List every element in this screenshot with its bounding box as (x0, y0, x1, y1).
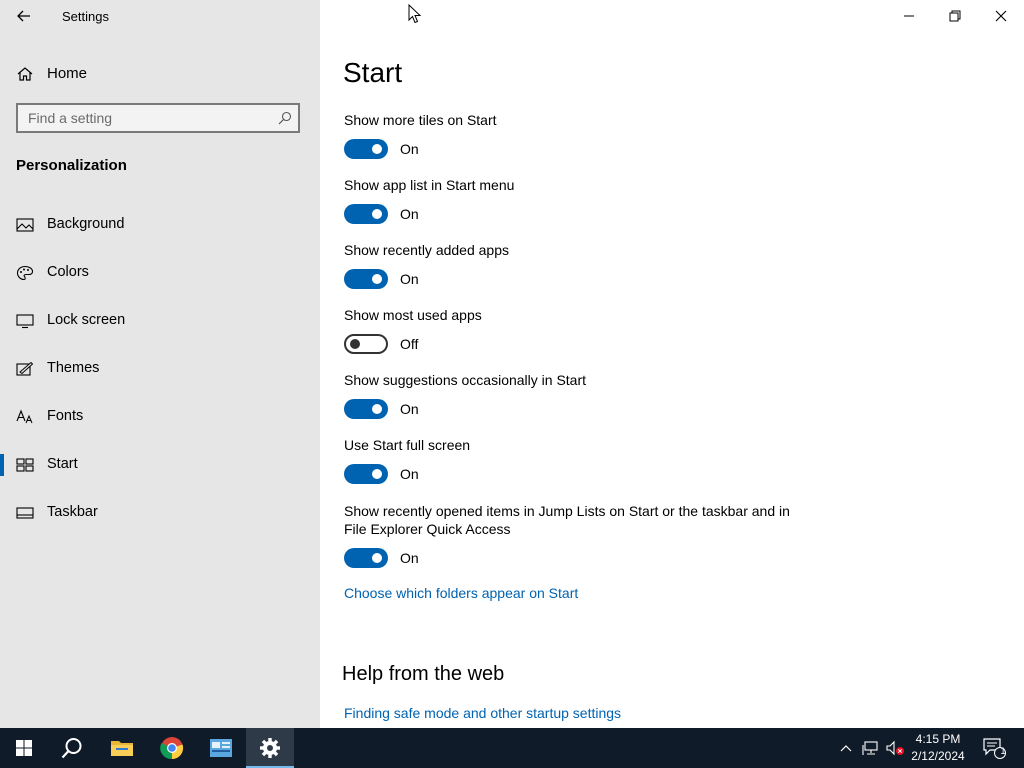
toggle-recently-added[interactable] (344, 269, 388, 289)
setting-label: Show recently added apps (344, 242, 509, 258)
search-box[interactable] (16, 103, 300, 133)
toggle-state: On (400, 206, 419, 222)
toggle-state: Off (400, 336, 419, 352)
help-heading: Help from the web (342, 663, 505, 685)
sidebar-item-label: Start (47, 456, 78, 472)
minimize-icon (904, 15, 914, 17)
picture-icon (16, 218, 34, 232)
taskbar-icon (16, 507, 34, 519)
minimize-button[interactable] (886, 0, 932, 32)
sidebar-item-taskbar[interactable]: Taskbar (0, 493, 320, 533)
clock-time: 4:15 PM (915, 732, 961, 746)
monitor-icon (16, 314, 34, 329)
setting-label: Use Start full screen (344, 437, 471, 453)
sidebar-item-fonts[interactable]: Fonts (0, 397, 320, 437)
setting-label: Show most used apps (344, 307, 482, 323)
setting-label: Show recently opened items in Jump Lists… (344, 503, 790, 537)
back-button[interactable] (8, 2, 40, 30)
setting-label: Show app list in Start menu (344, 177, 515, 193)
section-heading: Personalization (16, 157, 127, 174)
sidebar: Settings Home Personalization Background… (0, 0, 320, 728)
toggle-most-used[interactable] (344, 334, 388, 354)
tray-overflow-button[interactable] (836, 728, 856, 768)
setting-label: Show suggestions occasionally in Start (344, 372, 587, 388)
chrome-button[interactable] (148, 728, 196, 768)
toggle-suggestions[interactable] (344, 399, 388, 419)
close-icon (995, 10, 1007, 22)
chevron-up-icon (840, 745, 852, 752)
control-panel-icon (210, 739, 232, 757)
sidebar-item-background[interactable]: Background (0, 205, 320, 245)
chrome-icon (160, 737, 184, 760)
app-title: Settings (62, 9, 109, 24)
home-icon (17, 67, 33, 81)
toggle-more-tiles[interactable] (344, 139, 388, 159)
control-panel-button[interactable] (197, 728, 245, 768)
notification-badge: 1 (1000, 746, 1006, 756)
sidebar-item-colors[interactable]: Colors (0, 253, 320, 293)
sidebar-item-start[interactable]: Start (0, 445, 320, 485)
sidebar-item-label: Themes (47, 360, 100, 376)
search-icon[interactable] (278, 111, 292, 125)
mouse-cursor-icon (408, 4, 422, 24)
taskbar-search-button[interactable] (48, 728, 96, 768)
search-input[interactable] (18, 105, 278, 131)
toggle-full-screen[interactable] (344, 464, 388, 484)
start-layout-icon (16, 458, 34, 472)
search-icon (61, 738, 82, 759)
page-title: Start (343, 57, 403, 88)
restore-icon (949, 10, 961, 22)
volume-button[interactable] (884, 728, 906, 768)
sidebar-item-label: Fonts (47, 408, 84, 424)
start-icon (16, 740, 32, 756)
network-icon (862, 741, 878, 755)
action-center-button[interactable]: 1 (980, 728, 1008, 768)
back-arrow-icon (17, 10, 30, 22)
file-explorer-button[interactable] (98, 728, 146, 768)
brush-icon (16, 361, 34, 376)
taskbar: 4:15 PM 2/12/2024 1 (0, 728, 1024, 768)
close-button[interactable] (978, 0, 1024, 32)
settings-gear-icon (260, 738, 280, 758)
sidebar-item-home[interactable]: Home (0, 58, 320, 90)
toggle-state: On (400, 466, 419, 482)
home-label: Home (47, 65, 88, 82)
settings-taskbar-button[interactable] (246, 728, 294, 768)
toggle-state: On (400, 401, 419, 417)
palette-icon (16, 265, 34, 281)
start-button[interactable] (0, 728, 48, 768)
sidebar-item-label: Background (47, 216, 125, 232)
toggle-state: On (400, 550, 419, 566)
sidebar-item-label: Lock screen (47, 312, 126, 328)
toggle-jump-lists[interactable] (344, 548, 388, 568)
toggle-app-list[interactable] (344, 204, 388, 224)
font-icon (16, 409, 33, 424)
restore-button[interactable] (932, 0, 978, 32)
clock[interactable]: 4:15 PM 2/12/2024 (904, 731, 972, 765)
toggle-state: On (400, 271, 419, 287)
volume-muted-icon (886, 740, 904, 756)
sidebar-item-label: Taskbar (47, 504, 98, 520)
toggle-state: On (400, 141, 419, 157)
sidebar-item-label: Colors (47, 264, 89, 280)
setting-label: Show more tiles on Start (344, 112, 497, 128)
file-explorer-icon (111, 741, 133, 756)
sidebar-item-themes[interactable]: Themes (0, 349, 320, 389)
help-link[interactable]: Finding safe mode and other startup sett… (344, 705, 621, 721)
sidebar-item-lock-screen[interactable]: Lock screen (0, 301, 320, 341)
clock-date: 2/12/2024 (911, 749, 965, 763)
network-button[interactable] (860, 728, 882, 768)
folders-link[interactable]: Choose which folders appear on Start (344, 585, 578, 601)
